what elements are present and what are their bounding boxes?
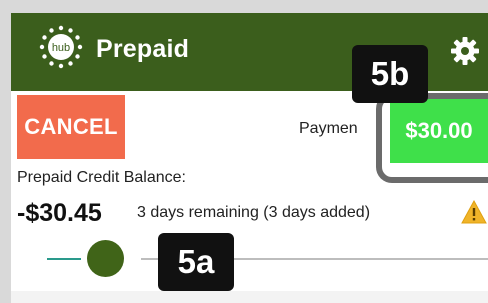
page-title: Prepaid	[96, 35, 190, 63]
payment-label: Paymen	[299, 120, 358, 137]
balance-label: Prepaid Credit Balance:	[17, 169, 186, 186]
callout-badge-5b: 5b	[352, 45, 428, 103]
warning-icon[interactable]	[461, 200, 487, 224]
device-frame: hub Prepaid CANCEL Paymen $30.00 Prepaid…	[0, 0, 488, 303]
callout-badge-5a: 5a	[158, 233, 234, 291]
slider-active-track	[47, 258, 81, 260]
app-screen: hub Prepaid CANCEL Paymen $30.00 Prepaid…	[11, 13, 488, 303]
days-remaining-text: 3 days remaining (3 days added)	[137, 204, 371, 221]
slider-knob[interactable]	[87, 240, 124, 277]
bottom-divider	[11, 291, 488, 303]
gear-icon[interactable]	[451, 37, 479, 65]
cancel-button[interactable]: CANCEL	[17, 95, 125, 159]
balance-amount: -$30.45	[17, 199, 102, 227]
pay-button[interactable]: $30.00	[390, 99, 488, 163]
hub-logo-icon: hub	[39, 25, 83, 69]
logo-text: hub	[52, 42, 70, 54]
